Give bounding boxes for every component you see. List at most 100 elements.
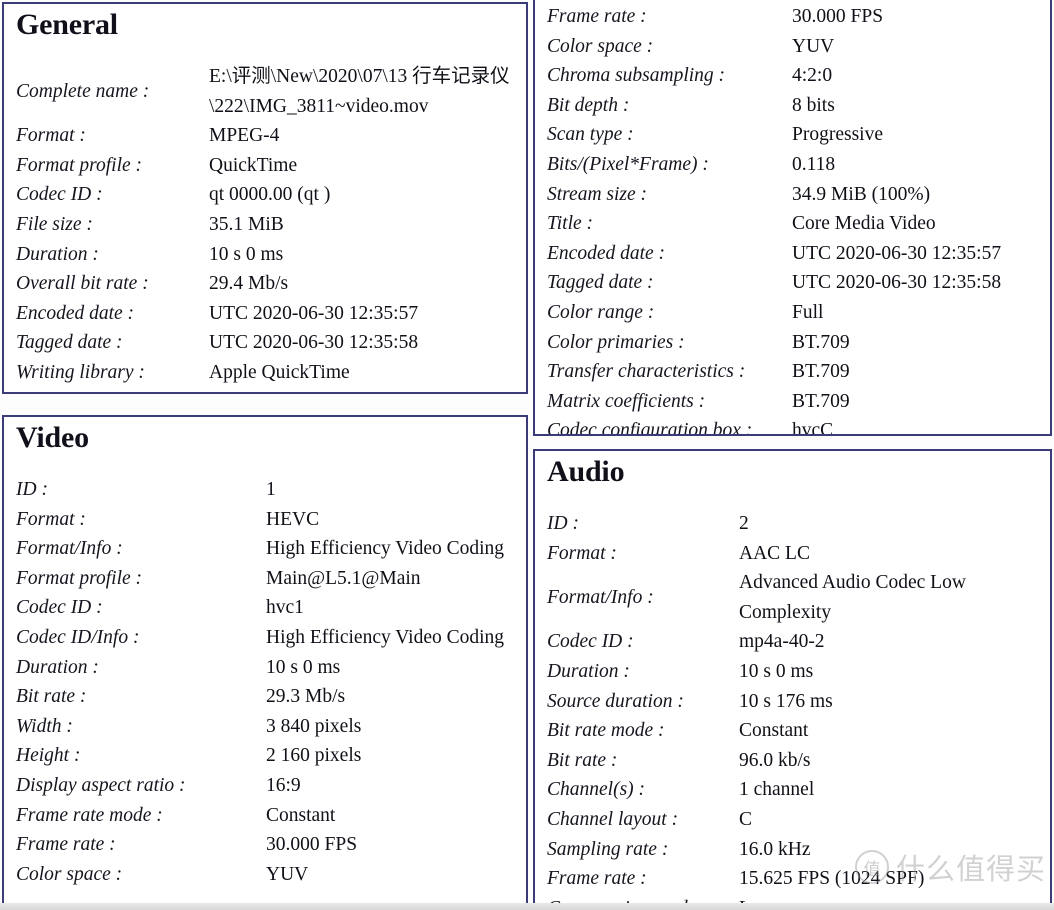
info-row-label: Format/Info : — [16, 538, 123, 560]
info-row-value: 29.3 Mb/s — [266, 686, 346, 708]
info-row-value: Advanced Audio Codec Low Complexity — [739, 572, 966, 623]
info-row-value: 4:2:0 — [792, 65, 833, 87]
info-row-value: Constant — [739, 720, 809, 742]
panel-video-rows: ID : 1 Format : HEVC Format/Info : High Effic… — [4, 455, 526, 889]
info-row-value: hvc1 — [266, 597, 304, 619]
info-row-value: 16:9 — [266, 774, 301, 796]
info-row-value: 16.0 kHz — [739, 838, 811, 860]
info-row-label: Chroma subsampling : — [547, 65, 726, 87]
info-row: Compression mode :Lossy — [547, 894, 1050, 906]
info-row-label: File size : — [16, 213, 93, 235]
info-row: Bit rate mode : Constant — [547, 716, 1050, 746]
info-row-value: 10 s 0 ms — [266, 656, 341, 678]
info-row-value: 15.625 FPS (1024 SPF) — [739, 868, 925, 890]
info-row-label: ID : — [547, 513, 579, 534]
info-row-label: Format : — [16, 508, 86, 530]
info-row-value: 1 — [266, 479, 276, 500]
info-row: Format profile : QuickTime — [16, 151, 526, 181]
info-row-value: 10 s 176 ms — [739, 690, 833, 712]
info-row-value: UTC 2020-06-30 12:35:57 — [209, 302, 419, 324]
panel-video-continued-rows: Frame rate : 30.000 FPS Color space : YUV Ch… — [535, 0, 1050, 436]
info-row: Bits/(Pixel*Frame) : 0.118 — [547, 150, 1050, 180]
info-row-value: Main@L5.1@Main — [266, 567, 421, 589]
info-row-label: Writing library : — [16, 361, 145, 383]
info-row-value: mp4a-40-2 — [739, 631, 825, 653]
info-row-label: Tagged date : — [16, 332, 123, 354]
info-row: Width : 3 840 pixels — [16, 712, 526, 742]
info-row-value: Progressive — [792, 124, 883, 146]
info-row-value: 29.4 Mb/s — [209, 273, 289, 295]
info-row: Tagged date : UTC 2020-06-30 12:35:58 — [16, 328, 526, 358]
info-row-label: ID : — [16, 479, 48, 500]
panel-audio: Audio ID : 2 Format : AAC LC Format/Info : Ad… — [533, 449, 1052, 908]
info-row: Complete name : E:\评测\New\2020\07\13 行车记录… — [16, 62, 526, 121]
info-row-value: 35.1 MiB — [209, 213, 284, 235]
info-row-label: Scan type : — [547, 124, 634, 146]
info-row-value: Full — [792, 301, 824, 323]
info-row: Overall bit rate : 29.4 Mb/s — [16, 269, 526, 299]
info-row-value: High Efficiency Video Coding — [266, 538, 505, 560]
info-row: Codec ID : mp4a-40-2 — [547, 627, 1050, 657]
info-row: Duration : 10 s 0 ms — [547, 657, 1050, 687]
info-row-label: Encoded date : — [547, 242, 666, 264]
info-row-value: UTC 2020-06-30 12:35:57 — [792, 242, 1002, 264]
info-row-label: Bit rate mode : — [547, 720, 665, 742]
info-row-label: Format/Info : — [547, 586, 654, 608]
info-row-value: Constant — [266, 804, 336, 826]
info-row-label: Duration : — [16, 243, 99, 265]
info-row-value: BT.709 — [792, 331, 850, 353]
info-row-label: Height : — [16, 745, 81, 767]
info-row-value: High Efficiency Video Coding — [266, 626, 505, 648]
info-row-label: Width : — [16, 715, 73, 737]
info-row: Color range : Full — [547, 298, 1050, 328]
info-row: Frame rate : 30.000 FPS — [547, 2, 1050, 32]
info-row: Color space : YUV — [16, 860, 526, 890]
info-row-label: Tagged date : — [547, 272, 654, 294]
info-row-value: YUV — [792, 35, 835, 57]
info-row-label: Channel layout : — [547, 808, 679, 830]
info-row: Transfer characteristics : BT.709 — [547, 357, 1050, 387]
info-row: Color primaries : BT.709 — [547, 328, 1050, 358]
info-row-label: Duration : — [547, 660, 630, 682]
info-row-label: Display aspect ratio : — [16, 774, 186, 796]
info-row-value: 10 s 0 ms — [739, 660, 814, 682]
info-row-label: Codec ID : — [547, 631, 634, 653]
info-row: Chroma subsampling : 4:2:0 — [547, 61, 1050, 91]
info-row-label: Format : — [16, 125, 86, 147]
info-row-value: hvcC — [792, 420, 834, 436]
panel-video: Video ID : 1 Format : HEVC Format/Info : High… — [2, 415, 528, 908]
info-row-label: Frame rate : — [16, 834, 116, 856]
info-row-label: Sampling rate : — [547, 838, 669, 860]
info-row-value: UTC 2020-06-30 12:35:58 — [209, 332, 419, 354]
info-row: Duration : 10 s 0 ms — [16, 240, 526, 270]
info-row-label: Stream size : — [547, 183, 648, 205]
info-row-value: Lossy — [739, 894, 1050, 906]
info-row-value: QuickTime — [209, 154, 298, 176]
info-row-label: Codec ID : — [16, 184, 103, 206]
info-row-label: Duration : — [16, 656, 99, 678]
info-row: Frame rate : 15.625 FPS (1024 SPF) — [547, 864, 1050, 894]
info-row: Writing library : Apple QuickTime — [16, 358, 526, 388]
info-row: ID : 1 — [16, 475, 526, 505]
info-row: Stream size : 34.9 MiB (100%) — [547, 180, 1050, 210]
info-row: Format : MPEG-4 — [16, 121, 526, 151]
info-row-label: Matrix coefficients : — [547, 390, 706, 412]
panel-general-rows: Complete name : E:\评测\New\2020\07\13 行车记录… — [4, 42, 526, 388]
info-row-label: Bit rate : — [547, 749, 618, 771]
info-row: File size : 35.1 MiB — [16, 210, 526, 240]
info-row: Codec configuration box : hvcC — [547, 416, 1050, 436]
info-row-label: Codec configuration box : — [547, 420, 753, 436]
info-row-value: Core Media Video — [792, 213, 936, 235]
info-row-value: C — [739, 808, 753, 830]
info-row: Scan type : Progressive — [547, 120, 1050, 150]
info-row-label: Frame rate : — [547, 6, 647, 27]
info-row: Codec ID : hvc1 — [16, 593, 526, 623]
info-row-label: Format profile : — [16, 567, 143, 589]
info-row-value: 30.000 FPS — [792, 6, 884, 27]
info-row-label: Codec ID/Info : — [16, 626, 140, 648]
info-row-label: Bits/(Pixel*Frame) : — [547, 153, 709, 175]
info-row: Matrix coefficients : BT.709 — [547, 387, 1050, 417]
info-row-value: Apple QuickTime — [209, 361, 350, 383]
info-row: Codec ID/Info : High Efficiency Video Cod… — [16, 623, 526, 653]
info-row: Format/Info : Advanced Audio Codec Low Co… — [547, 568, 1050, 627]
